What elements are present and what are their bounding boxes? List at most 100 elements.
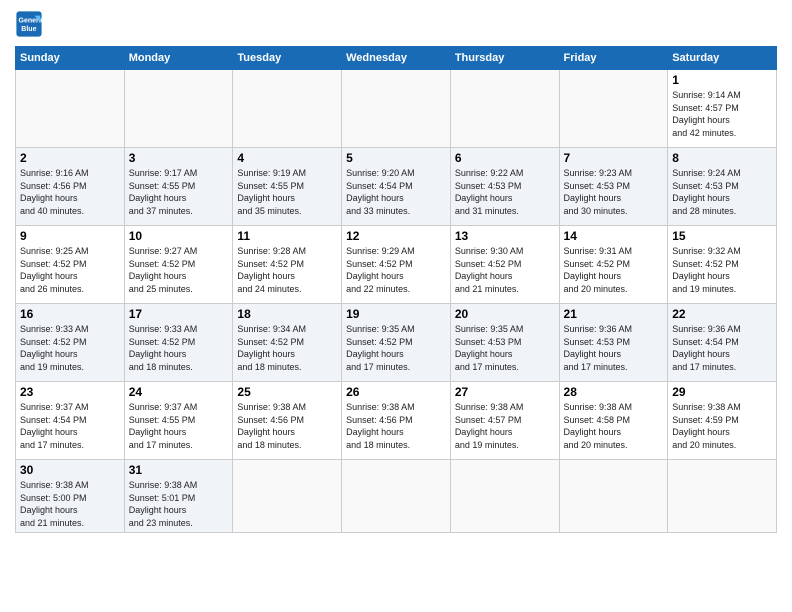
calendar-cell: 10 Sunrise: 9:27 AMSunset: 4:52 PMDayligh… bbox=[124, 226, 233, 304]
calendar-cell bbox=[668, 460, 777, 533]
day-info: Sunrise: 9:38 AMSunset: 4:56 PMDaylight … bbox=[237, 401, 337, 451]
day-number: 16 bbox=[20, 307, 120, 321]
day-info: Sunrise: 9:38 AMSunset: 4:58 PMDaylight … bbox=[564, 401, 664, 451]
calendar-cell: 28 Sunrise: 9:38 AMSunset: 4:58 PMDayligh… bbox=[559, 382, 668, 460]
day-header-sunday: Sunday bbox=[16, 47, 125, 70]
day-info: Sunrise: 9:38 AMSunset: 5:00 PMDaylight … bbox=[20, 479, 120, 529]
calendar-week-5: 30 Sunrise: 9:38 AMSunset: 5:00 PMDayligh… bbox=[16, 460, 777, 533]
day-info: Sunrise: 9:31 AMSunset: 4:52 PMDaylight … bbox=[564, 245, 664, 295]
day-number: 17 bbox=[129, 307, 229, 321]
svg-text:Blue: Blue bbox=[21, 26, 36, 33]
day-number: 26 bbox=[346, 385, 446, 399]
calendar-week-2: 9 Sunrise: 9:25 AMSunset: 4:52 PMDaylight… bbox=[16, 226, 777, 304]
day-number: 10 bbox=[129, 229, 229, 243]
day-number: 22 bbox=[672, 307, 772, 321]
calendar-cell bbox=[559, 460, 668, 533]
calendar-cell: 26 Sunrise: 9:38 AMSunset: 4:56 PMDayligh… bbox=[342, 382, 451, 460]
calendar-cell: 4Sunrise: 9:19 AMSunset: 4:55 PMDaylight… bbox=[233, 148, 342, 226]
day-number: 15 bbox=[672, 229, 772, 243]
day-header-tuesday: Tuesday bbox=[233, 47, 342, 70]
calendar-cell: 12 Sunrise: 9:29 AMSunset: 4:52 PMDayligh… bbox=[342, 226, 451, 304]
day-info: Sunrise: 9:38 AMSunset: 5:01 PMDaylight … bbox=[129, 479, 229, 529]
calendar-cell bbox=[342, 460, 451, 533]
day-info: Sunrise: 9:34 AMSunset: 4:52 PMDaylight … bbox=[237, 323, 337, 373]
calendar-cell: 23 Sunrise: 9:37 AMSunset: 4:54 PMDayligh… bbox=[16, 382, 125, 460]
day-number: 19 bbox=[346, 307, 446, 321]
calendar-cell: 5 Sunrise: 9:20 AMSunset: 4:54 PMDaylight… bbox=[342, 148, 451, 226]
day-info: Sunrise: 9:38 AMSunset: 4:56 PMDaylight … bbox=[346, 401, 446, 451]
day-info: Sunrise: 9:29 AMSunset: 4:52 PMDaylight … bbox=[346, 245, 446, 295]
calendar-cell: 29Sunrise: 9:38 AMSunset: 4:59 PMDayligh… bbox=[668, 382, 777, 460]
day-info: Sunrise: 9:32 AMSunset: 4:52 PMDaylight … bbox=[672, 245, 772, 295]
day-info: Sunrise: 9:36 AMSunset: 4:53 PMDaylight … bbox=[564, 323, 664, 373]
day-number: 23 bbox=[20, 385, 120, 399]
day-header-wednesday: Wednesday bbox=[342, 47, 451, 70]
day-number: 11 bbox=[237, 229, 337, 243]
calendar-cell: 3Sunrise: 9:17 AMSunset: 4:55 PMDaylight… bbox=[124, 148, 233, 226]
header: General Blue bbox=[15, 10, 777, 38]
calendar-cell bbox=[559, 70, 668, 148]
calendar-cell: 1 Sunrise: 9:14 AMSunset: 4:57 PMDaylight… bbox=[668, 70, 777, 148]
calendar-cell: 20 Sunrise: 9:35 AMSunset: 4:53 PMDayligh… bbox=[450, 304, 559, 382]
day-info: Sunrise: 9:37 AMSunset: 4:54 PMDaylight … bbox=[20, 401, 120, 451]
day-info: Sunrise: 9:36 AMSunset: 4:54 PMDaylight … bbox=[672, 323, 772, 373]
calendar-week-4: 23 Sunrise: 9:37 AMSunset: 4:54 PMDayligh… bbox=[16, 382, 777, 460]
day-info: Sunrise: 9:35 AMSunset: 4:53 PMDaylight … bbox=[455, 323, 555, 373]
calendar-cell: 19 Sunrise: 9:35 AMSunset: 4:52 PMDayligh… bbox=[342, 304, 451, 382]
day-number: 7 bbox=[564, 151, 664, 165]
day-info: Sunrise: 9:37 AMSunset: 4:55 PMDaylight … bbox=[129, 401, 229, 451]
day-header-friday: Friday bbox=[559, 47, 668, 70]
calendar-cell bbox=[16, 70, 125, 148]
calendar-cell: 13 Sunrise: 9:30 AMSunset: 4:52 PMDayligh… bbox=[450, 226, 559, 304]
day-info: Sunrise: 9:38 AMSunset: 4:57 PMDaylight … bbox=[455, 401, 555, 451]
calendar-cell: 21 Sunrise: 9:36 AMSunset: 4:53 PMDayligh… bbox=[559, 304, 668, 382]
calendar-cell bbox=[124, 70, 233, 148]
day-info: Sunrise: 9:19 AMSunset: 4:55 PMDaylight … bbox=[237, 167, 337, 217]
calendar-cell: 11 Sunrise: 9:28 AMSunset: 4:52 PMDayligh… bbox=[233, 226, 342, 304]
logo: General Blue bbox=[15, 10, 47, 38]
calendar-cell bbox=[450, 460, 559, 533]
calendar-cell: 16 Sunrise: 9:33 AMSunset: 4:52 PMDayligh… bbox=[16, 304, 125, 382]
day-info: Sunrise: 9:22 AMSunset: 4:53 PMDaylight … bbox=[455, 167, 555, 217]
calendar-cell: 22 Sunrise: 9:36 AMSunset: 4:54 PMDayligh… bbox=[668, 304, 777, 382]
day-number: 12 bbox=[346, 229, 446, 243]
calendar-cell: 24 Sunrise: 9:37 AMSunset: 4:55 PMDayligh… bbox=[124, 382, 233, 460]
day-info: Sunrise: 9:27 AMSunset: 4:52 PMDaylight … bbox=[129, 245, 229, 295]
day-number: 1 bbox=[672, 73, 772, 87]
day-info: Sunrise: 9:33 AMSunset: 4:52 PMDaylight … bbox=[20, 323, 120, 373]
calendar-table: SundayMondayTuesdayWednesdayThursdayFrid… bbox=[15, 46, 777, 533]
calendar-cell bbox=[233, 70, 342, 148]
calendar-week-0: 1 Sunrise: 9:14 AMSunset: 4:57 PMDaylight… bbox=[16, 70, 777, 148]
day-number: 29 bbox=[672, 385, 772, 399]
calendar-cell: 31 Sunrise: 9:38 AMSunset: 5:01 PMDayligh… bbox=[124, 460, 233, 533]
day-info: Sunrise: 9:24 AMSunset: 4:53 PMDaylight … bbox=[672, 167, 772, 217]
day-info: Sunrise: 9:30 AMSunset: 4:52 PMDaylight … bbox=[455, 245, 555, 295]
day-info: Sunrise: 9:20 AMSunset: 4:54 PMDaylight … bbox=[346, 167, 446, 217]
calendar-cell bbox=[233, 460, 342, 533]
calendar-cell: 9 Sunrise: 9:25 AMSunset: 4:52 PMDaylight… bbox=[16, 226, 125, 304]
day-number: 9 bbox=[20, 229, 120, 243]
day-info: Sunrise: 9:35 AMSunset: 4:52 PMDaylight … bbox=[346, 323, 446, 373]
day-number: 24 bbox=[129, 385, 229, 399]
calendar-week-1: 2Sunrise: 9:16 AMSunset: 4:56 PMDaylight… bbox=[16, 148, 777, 226]
day-info: Sunrise: 9:33 AMSunset: 4:52 PMDaylight … bbox=[129, 323, 229, 373]
day-number: 30 bbox=[20, 463, 120, 477]
day-number: 20 bbox=[455, 307, 555, 321]
calendar-cell: 30 Sunrise: 9:38 AMSunset: 5:00 PMDayligh… bbox=[16, 460, 125, 533]
calendar-page: General Blue SundayMondayTuesdayWednesda… bbox=[0, 0, 792, 612]
day-info: Sunrise: 9:25 AMSunset: 4:52 PMDaylight … bbox=[20, 245, 120, 295]
day-number: 21 bbox=[564, 307, 664, 321]
day-number: 5 bbox=[346, 151, 446, 165]
calendar-cell: 15 Sunrise: 9:32 AMSunset: 4:52 PMDayligh… bbox=[668, 226, 777, 304]
day-number: 31 bbox=[129, 463, 229, 477]
day-number: 6 bbox=[455, 151, 555, 165]
day-number: 28 bbox=[564, 385, 664, 399]
day-info: Sunrise: 9:28 AMSunset: 4:52 PMDaylight … bbox=[237, 245, 337, 295]
day-number: 25 bbox=[237, 385, 337, 399]
day-info: Sunrise: 9:17 AMSunset: 4:55 PMDaylight … bbox=[129, 167, 229, 217]
calendar-cell: 2Sunrise: 9:16 AMSunset: 4:56 PMDaylight… bbox=[16, 148, 125, 226]
day-number: 8 bbox=[672, 151, 772, 165]
day-number: 13 bbox=[455, 229, 555, 243]
day-number: 18 bbox=[237, 307, 337, 321]
day-info: Sunrise: 9:14 AMSunset: 4:57 PMDaylight … bbox=[672, 89, 772, 139]
